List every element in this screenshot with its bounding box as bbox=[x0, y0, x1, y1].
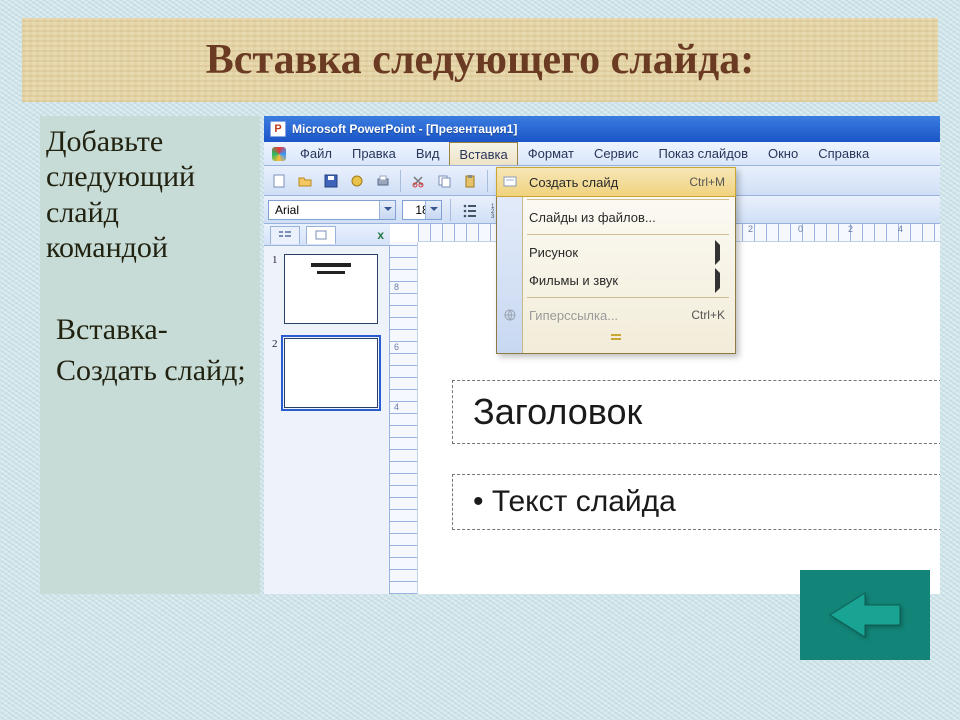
slide-title-banner: Вставка следующего слайда: bbox=[22, 18, 938, 102]
new-doc-icon[interactable] bbox=[268, 170, 290, 192]
svg-text:3: 3 bbox=[491, 214, 495, 218]
ruler-mark: 8 bbox=[394, 282, 399, 292]
chevron-down-icon[interactable] bbox=[425, 201, 441, 219]
ruler-mark: 6 bbox=[394, 342, 399, 352]
menu-item-new-slide[interactable]: Создать слайд Ctrl+M bbox=[497, 168, 735, 196]
window-titlebar: P Microsoft PowerPoint - [Презентация1] bbox=[264, 116, 940, 142]
panel-close-button[interactable]: x bbox=[377, 228, 384, 242]
outline-tab[interactable] bbox=[270, 226, 300, 244]
slide-panel-tabs: x bbox=[264, 224, 390, 246]
instruction-column: Добавьте следующий слайд командой Вставк… bbox=[40, 116, 260, 594]
ruler-mark: 2 bbox=[848, 224, 853, 234]
menu-format[interactable]: Формат bbox=[518, 142, 584, 165]
menu-item-label: Создать слайд bbox=[529, 175, 618, 190]
slide-title: Вставка следующего слайда: bbox=[206, 36, 754, 84]
menu-item-shortcut: Ctrl+K bbox=[691, 308, 725, 322]
menu-item-movies-sound[interactable]: Фильмы и звук bbox=[497, 266, 735, 294]
bullets-icon[interactable] bbox=[459, 199, 481, 221]
slide-thumbnail-1[interactable] bbox=[284, 254, 378, 324]
menu-file[interactable]: Файл bbox=[290, 142, 342, 165]
menu-window[interactable]: Окно bbox=[758, 142, 808, 165]
ruler-mark: 4 bbox=[898, 224, 903, 234]
menu-item-label: Фильмы и звук bbox=[529, 273, 618, 288]
hyperlink-icon bbox=[501, 306, 519, 324]
menu-help[interactable]: Справка bbox=[808, 142, 879, 165]
vertical-ruler: 8 6 4 bbox=[390, 242, 418, 594]
ruler-mark: 4 bbox=[394, 402, 399, 412]
thumbnail-number: 1 bbox=[272, 254, 280, 266]
print-icon[interactable] bbox=[372, 170, 394, 192]
title-placeholder-text: Заголовок bbox=[473, 391, 642, 432]
thumbnail-row: 2 bbox=[272, 338, 381, 408]
thumbnail-row: 1 bbox=[272, 254, 381, 324]
menu-item-shortcut: Ctrl+M bbox=[689, 175, 725, 189]
submenu-arrow-icon bbox=[715, 273, 725, 288]
slides-tab[interactable] bbox=[306, 226, 336, 244]
menubar: Файл Правка Вид Вставка Формат Сервис По… bbox=[264, 142, 940, 166]
paste-icon[interactable] bbox=[459, 170, 481, 192]
new-slide-icon bbox=[501, 173, 519, 191]
cut-icon[interactable] bbox=[407, 170, 429, 192]
menu-slideshow[interactable]: Показ слайдов bbox=[648, 142, 758, 165]
slide-thumbnails-pane: 1 2 bbox=[264, 246, 390, 594]
font-size-select[interactable]: 18 bbox=[402, 200, 442, 220]
office-logo-icon bbox=[268, 142, 290, 165]
open-icon[interactable] bbox=[294, 170, 316, 192]
ruler-mark: 0 bbox=[798, 224, 803, 234]
menu-item-label: Слайды из файлов... bbox=[529, 210, 656, 225]
menu-item-label: Рисунок bbox=[529, 245, 578, 260]
body-placeholder-text: Текст слайда bbox=[473, 485, 676, 518]
ruler-mark: 2 bbox=[748, 224, 753, 234]
app-icon: P bbox=[270, 121, 286, 137]
menu-edit[interactable]: Правка bbox=[342, 142, 406, 165]
permission-icon[interactable] bbox=[346, 170, 368, 192]
submenu-arrow-icon bbox=[715, 245, 725, 260]
instruction-line-1: Добавьте следующий слайд bbox=[46, 124, 254, 230]
menu-item-hyperlink[interactable]: Гиперссылка... Ctrl+K bbox=[497, 301, 735, 329]
menu-insert[interactable]: Вставка bbox=[449, 142, 517, 165]
menu-item-picture[interactable]: Рисунок bbox=[497, 238, 735, 266]
window-title: Microsoft PowerPoint - [Презентация1] bbox=[292, 122, 517, 136]
instruction-line-2: командой bbox=[46, 230, 254, 265]
instruction-command-2: Создать слайд; bbox=[46, 353, 254, 388]
powerpoint-screenshot: P Microsoft PowerPoint - [Презентация1] … bbox=[264, 116, 940, 594]
thumbnail-number: 2 bbox=[272, 338, 280, 350]
font-name-value: Arial bbox=[275, 203, 299, 217]
menu-item-slides-from-files[interactable]: Слайды из файлов... bbox=[497, 203, 735, 231]
copy-icon[interactable] bbox=[433, 170, 455, 192]
title-placeholder[interactable]: Заголовок bbox=[452, 380, 940, 444]
font-name-select[interactable]: Arial bbox=[268, 200, 396, 220]
insert-menu-dropdown: Создать слайд Ctrl+M Слайды из файлов...… bbox=[496, 167, 736, 354]
chevron-down-icon bbox=[609, 334, 623, 342]
instruction-command-1: Вставка- bbox=[46, 312, 254, 347]
menu-expand-button[interactable] bbox=[497, 329, 735, 347]
body-placeholder[interactable]: Текст слайда bbox=[452, 474, 940, 530]
menu-tools[interactable]: Сервис bbox=[584, 142, 649, 165]
save-icon[interactable] bbox=[320, 170, 342, 192]
menu-view[interactable]: Вид bbox=[406, 142, 450, 165]
prev-slide-button[interactable] bbox=[800, 570, 930, 660]
menu-item-label: Гиперссылка... bbox=[529, 308, 618, 323]
slide-thumbnail-2[interactable] bbox=[284, 338, 378, 408]
chevron-down-icon[interactable] bbox=[379, 201, 395, 219]
